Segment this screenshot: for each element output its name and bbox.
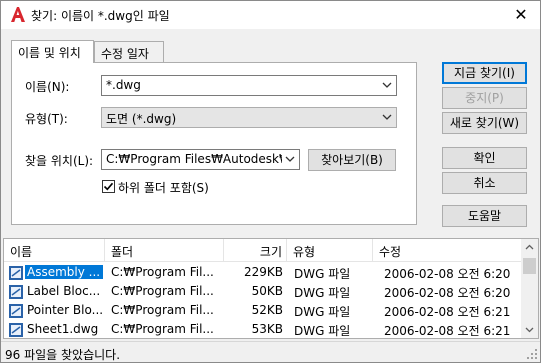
tab-label: 수정 일자 bbox=[101, 47, 149, 61]
scroll-down-icon[interactable] bbox=[521, 321, 538, 338]
file-modified: 2006-02-08 오전 6:20 bbox=[384, 267, 511, 281]
tab-date-modified[interactable]: 수정 일자 bbox=[94, 41, 164, 63]
include-subfolders-checkbox[interactable] bbox=[102, 180, 115, 193]
browse-button[interactable]: 찾아보기(B) bbox=[308, 149, 396, 171]
chevron-down-icon[interactable] bbox=[284, 153, 296, 165]
status-bar: 96 파일을 찾았습니다. bbox=[1, 341, 540, 362]
status-text: 96 파일을 찾았습니다. bbox=[5, 348, 121, 362]
file-size: 53KB bbox=[251, 322, 283, 336]
table-row[interactable]: Assembly ... C:₩Program Fil... 229KB DWG… bbox=[4, 263, 521, 282]
results-header: 이름 폴더 크기 유형 수정 bbox=[4, 239, 521, 262]
location-combobox[interactable]: C:₩Program Files₩Autodesk₩ bbox=[101, 149, 300, 170]
location-label: 찾을 위치(L): bbox=[25, 154, 94, 168]
ok-button[interactable]: 확인 bbox=[442, 147, 527, 169]
type-value: 도면 (*.dwg) bbox=[106, 112, 177, 126]
column-header-modified[interactable]: 수정 bbox=[373, 239, 521, 262]
file-type: DWG 파일 bbox=[294, 267, 351, 281]
search-criteria-panel: 이름(N): *.dwg 유형(T): 도면 (*.dwg) 찾을 위치(L):… bbox=[11, 62, 417, 225]
file-modified: 2006-02-08 오전 6:21 bbox=[384, 305, 511, 319]
resize-grip-icon[interactable] bbox=[526, 348, 538, 360]
find-dialog: 찾기: 이름이 *.dwg인 파일 ✕ 이름 및 위치 수정 일자 이름(N):… bbox=[0, 0, 541, 363]
checkmark-icon bbox=[103, 182, 114, 191]
file-modified: 2006-02-08 오전 6:21 bbox=[384, 324, 511, 338]
dwg-file-icon bbox=[9, 285, 23, 299]
results-list[interactable]: 이름 폴더 크기 유형 수정 Assembly ... C:₩Program F… bbox=[3, 238, 539, 339]
file-size: 52KB bbox=[251, 303, 283, 317]
file-folder: C:₩Program Fil... bbox=[111, 284, 214, 298]
autocad-app-icon bbox=[11, 7, 25, 22]
file-type: DWG 파일 bbox=[294, 324, 351, 338]
file-size: 229KB bbox=[243, 265, 283, 279]
column-header-folder[interactable]: 폴더 bbox=[105, 239, 224, 262]
tab-label: 이름 및 위치 bbox=[18, 46, 81, 60]
window-title: 찾기: 이름이 *.dwg인 파일 bbox=[31, 9, 170, 23]
column-header-type[interactable]: 유형 bbox=[287, 239, 373, 262]
vertical-scrollbar[interactable] bbox=[521, 239, 538, 338]
file-folder: C:₩Program Fil... bbox=[111, 322, 214, 336]
cancel-button[interactable]: 취소 bbox=[442, 172, 527, 194]
scroll-thumb[interactable] bbox=[523, 258, 536, 274]
file-name: Pointer Blo... bbox=[27, 303, 103, 317]
tab-name-and-location[interactable]: 이름 및 위치 bbox=[11, 40, 94, 63]
title-bar: 찾기: 이름이 *.dwg인 파일 ✕ bbox=[1, 1, 540, 29]
table-row[interactable]: Pointer Blo... C:₩Program Fil... 52KB DW… bbox=[4, 301, 521, 320]
table-row[interactable]: Label Bloc... C:₩Program Fil... 50KB DWG… bbox=[4, 282, 521, 301]
file-type: DWG 파일 bbox=[294, 305, 351, 319]
column-header-name[interactable]: 이름 bbox=[4, 239, 105, 262]
file-modified: 2006-02-08 오전 6:20 bbox=[384, 286, 511, 300]
scroll-up-icon[interactable] bbox=[521, 239, 538, 256]
type-label: 유형(T): bbox=[25, 112, 68, 126]
file-name: Label Bloc... bbox=[27, 284, 101, 298]
name-value: *.dwg bbox=[106, 78, 141, 92]
file-type: DWG 파일 bbox=[294, 286, 351, 300]
table-row[interactable]: Sheet1.dwg C:₩Program Fil... 53KB DWG 파일… bbox=[4, 320, 521, 338]
dwg-file-icon bbox=[9, 304, 23, 318]
help-button[interactable]: 도움말 bbox=[442, 205, 527, 227]
column-header-size[interactable]: 크기 bbox=[224, 239, 287, 262]
type-select[interactable]: 도면 (*.dwg) bbox=[101, 107, 397, 128]
file-size: 50KB bbox=[251, 284, 283, 298]
stop-button[interactable]: 중지(P) bbox=[442, 87, 527, 109]
chevron-down-icon[interactable] bbox=[381, 111, 393, 123]
dwg-file-icon bbox=[9, 266, 23, 280]
find-now-button[interactable]: 지금 찾기(I) bbox=[442, 62, 527, 84]
include-subfolders-label[interactable]: 하위 폴더 포함(S) bbox=[118, 179, 209, 196]
close-icon[interactable]: ✕ bbox=[508, 4, 534, 26]
file-folder: C:₩Program Fil... bbox=[111, 265, 214, 279]
name-combobox[interactable]: *.dwg bbox=[101, 75, 397, 96]
location-value: C:₩Program Files₩Autodesk₩ bbox=[106, 152, 282, 166]
file-name: Sheet1.dwg bbox=[27, 322, 99, 336]
dwg-file-icon bbox=[9, 323, 23, 337]
file-name: Assembly ... bbox=[25, 265, 103, 279]
name-label: 이름(N): bbox=[25, 80, 70, 94]
file-folder: C:₩Program Fil... bbox=[111, 303, 214, 317]
chevron-down-icon[interactable] bbox=[381, 79, 393, 91]
new-search-button[interactable]: 새로 찾기(W) bbox=[442, 112, 527, 134]
